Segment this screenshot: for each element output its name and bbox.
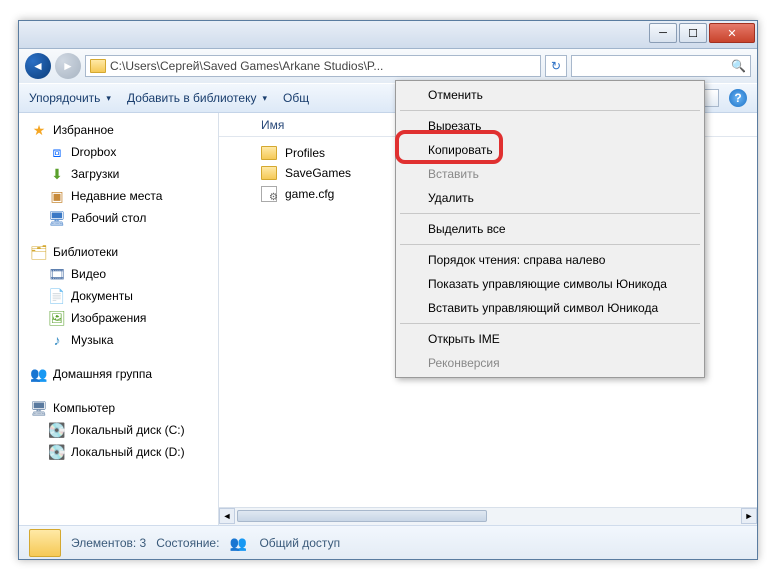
video-icon: 🎞	[49, 266, 65, 282]
forward-button[interactable]: ►	[55, 53, 81, 79]
sidebar-item-desktop[interactable]: 🖥 Рабочий стол	[19, 207, 218, 229]
ctx-copy[interactable]: Копировать	[398, 138, 702, 162]
disk-icon: 💽	[49, 422, 65, 438]
share-icon	[229, 535, 249, 551]
separator	[400, 244, 700, 245]
scroll-thumb[interactable]	[237, 510, 487, 522]
ctx-paste: Вставить	[398, 162, 702, 186]
folder-icon	[90, 59, 106, 73]
document-icon: 📄	[49, 288, 65, 304]
folder-icon	[261, 166, 277, 180]
maximize-button[interactable]: ☐	[679, 23, 707, 43]
ctx-select-all[interactable]: Выделить все	[398, 217, 702, 241]
sidebar-item-downloads[interactable]: ⬇ Загрузки	[19, 163, 218, 185]
add-to-library-menu[interactable]: Добавить в библиотеку	[127, 91, 267, 105]
search-input[interactable]: 🔍	[571, 55, 751, 77]
sidebar-item-disk-c[interactable]: 💽 Локальный диск (C:)	[19, 419, 218, 441]
status-state-label: Состояние:	[156, 536, 219, 550]
sidebar-item-music[interactable]: ♪ Музыка	[19, 329, 218, 351]
navbar: ◄ ► C:\Users\Сергей\Saved Games\Arkane S…	[19, 49, 757, 83]
minimize-button[interactable]: ─	[649, 23, 677, 43]
sidebar-favorites-header[interactable]: ★ Избранное	[19, 119, 218, 141]
share-menu[interactable]: Общ	[283, 91, 309, 105]
context-menu: Отменить Вырезать Копировать Вставить Уд…	[395, 80, 705, 378]
ctx-reconvert: Реконверсия	[398, 351, 702, 375]
status-bar: Элементов: 3 Состояние: Общий доступ	[19, 525, 757, 559]
sidebar-item-label: Недавние места	[71, 189, 162, 203]
close-button[interactable]: ✕	[709, 23, 755, 43]
star-icon: ★	[31, 122, 47, 138]
cfg-file-icon	[261, 186, 277, 202]
address-path: C:\Users\Сергей\Saved Games\Arkane Studi…	[110, 59, 383, 73]
status-item-count: Элементов: 3	[71, 536, 146, 550]
file-name: game.cfg	[285, 187, 334, 201]
music-icon: ♪	[49, 332, 65, 348]
libraries-icon: 🗂	[31, 244, 47, 260]
folder-icon	[261, 146, 277, 160]
sidebar-item-pictures[interactable]: 🖼 Изображения	[19, 307, 218, 329]
sidebar-label: Домашняя группа	[53, 367, 152, 381]
sidebar-item-disk-d[interactable]: 💽 Локальный диск (D:)	[19, 441, 218, 463]
organize-menu[interactable]: Упорядочить	[29, 91, 111, 105]
sidebar-item-label: Dropbox	[71, 145, 116, 159]
sidebar-label: Библиотеки	[53, 245, 118, 259]
separator	[400, 323, 700, 324]
ctx-cut[interactable]: Вырезать	[398, 114, 702, 138]
sidebar-item-label: Загрузки	[71, 167, 119, 181]
sidebar-item-dropbox[interactable]: ⧈ Dropbox	[19, 141, 218, 163]
ctx-undo[interactable]: Отменить	[398, 83, 702, 107]
scroll-right-button[interactable]: ►	[741, 508, 757, 524]
ctx-rtl[interactable]: Порядок чтения: справа налево	[398, 248, 702, 272]
ctx-delete[interactable]: Удалить	[398, 186, 702, 210]
dropbox-icon: ⧈	[49, 144, 65, 160]
back-button[interactable]: ◄	[25, 53, 51, 79]
recent-icon: ▣	[49, 188, 65, 204]
disk-icon: 💽	[49, 444, 65, 460]
scroll-left-button[interactable]: ◄	[219, 508, 235, 524]
sidebar-item-label: Локальный диск (C:)	[71, 423, 185, 437]
desktop-icon: 🖥	[49, 210, 65, 226]
computer-icon: 🖥	[31, 400, 47, 416]
horizontal-scrollbar[interactable]: ◄ ►	[219, 507, 757, 525]
pictures-icon: 🖼	[49, 310, 65, 326]
sidebar-item-videos[interactable]: 🎞 Видео	[19, 263, 218, 285]
refresh-button[interactable]: ↻	[545, 55, 567, 77]
separator	[400, 213, 700, 214]
folder-icon	[29, 529, 61, 557]
ctx-insert-unicode[interactable]: Вставить управляющий символ Юникода	[398, 296, 702, 320]
sidebar-homegroup-header[interactable]: 👥 Домашняя группа	[19, 363, 218, 385]
sidebar-label: Компьютер	[53, 401, 115, 415]
ctx-open-ime[interactable]: Открыть IME	[398, 327, 702, 351]
separator	[400, 110, 700, 111]
sidebar-item-label: Видео	[71, 267, 106, 281]
ctx-show-unicode[interactable]: Показать управляющие символы Юникода	[398, 272, 702, 296]
status-share-label: Общий доступ	[259, 536, 340, 550]
sidebar: ★ Избранное ⧈ Dropbox ⬇ Загрузки ▣ Недавние …	[19, 113, 219, 525]
sidebar-item-label: Изображения	[71, 311, 146, 325]
sidebar-item-recent[interactable]: ▣ Недавние места	[19, 185, 218, 207]
titlebar: ─ ☐ ✕	[19, 21, 757, 49]
address-bar[interactable]: C:\Users\Сергей\Saved Games\Arkane Studi…	[85, 55, 541, 77]
homegroup-icon: 👥	[31, 366, 47, 382]
sidebar-computer-header[interactable]: 🖥 Компьютер	[19, 397, 218, 419]
sidebar-label: Избранное	[53, 123, 114, 137]
sidebar-item-label: Локальный диск (D:)	[71, 445, 185, 459]
sidebar-item-label: Документы	[71, 289, 133, 303]
help-icon[interactable]: ?	[729, 89, 747, 107]
downloads-icon: ⬇	[49, 166, 65, 182]
sidebar-libraries-header[interactable]: 🗂 Библиотеки	[19, 241, 218, 263]
sidebar-item-documents[interactable]: 📄 Документы	[19, 285, 218, 307]
sidebar-item-label: Музыка	[71, 333, 113, 347]
search-icon[interactable]: 🔍	[731, 59, 746, 73]
file-name: SaveGames	[285, 166, 351, 180]
file-name: Profiles	[285, 146, 325, 160]
sidebar-item-label: Рабочий стол	[71, 211, 146, 225]
